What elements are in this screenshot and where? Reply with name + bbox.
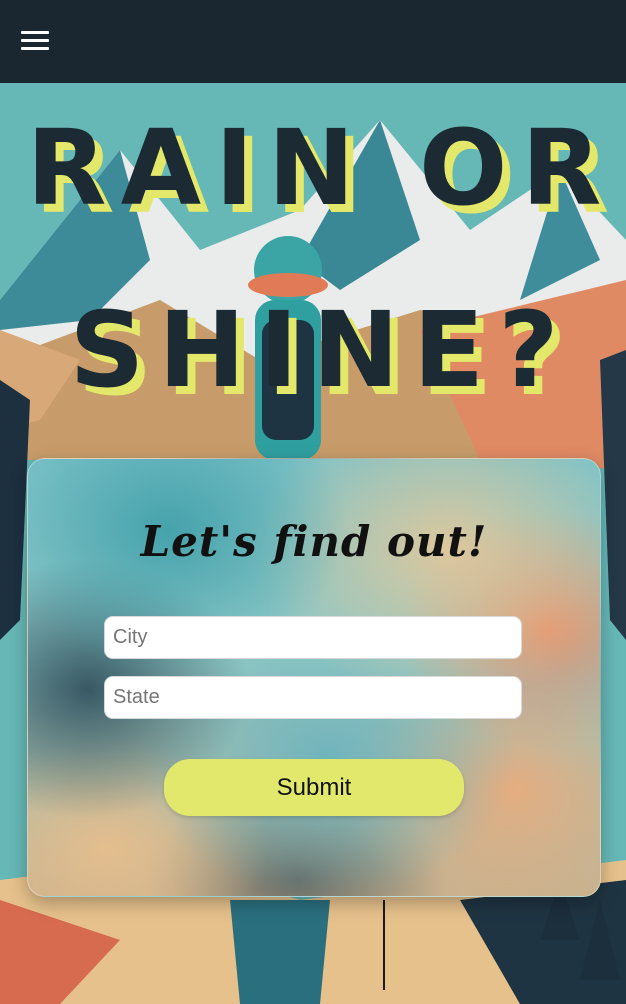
hero-title-line-1: RAIN OR: [26, 107, 616, 229]
city-input[interactable]: [104, 616, 522, 659]
submit-button[interactable]: Submit: [164, 759, 464, 816]
page: RAIN OR SHINE? Let's find out! Submit: [0, 0, 626, 1004]
hero-title-line-2: SHINE?: [69, 289, 573, 411]
top-navbar: [0, 0, 626, 83]
hamburger-bar: [21, 31, 49, 34]
hamburger-menu-icon[interactable]: [21, 31, 49, 51]
hamburger-bar: [21, 39, 49, 42]
card-heading: Let's find out!: [140, 517, 488, 566]
weather-search-card: Let's find out! Submit: [27, 458, 601, 897]
hamburger-bar: [21, 47, 49, 50]
state-input[interactable]: [104, 676, 522, 719]
